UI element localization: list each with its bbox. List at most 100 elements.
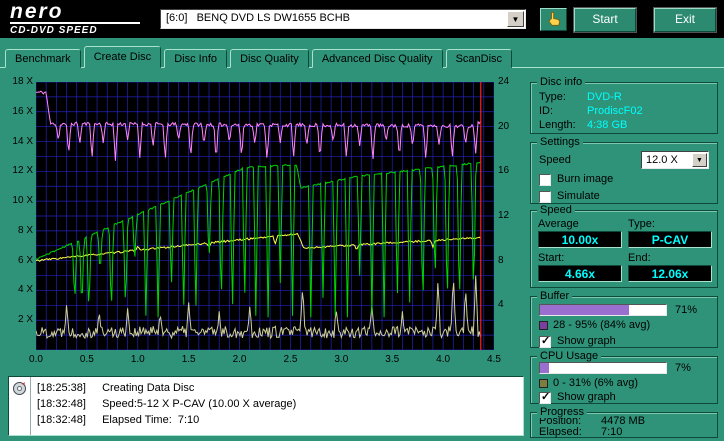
cpu-range-row: 0 - 31% (6% avg) <box>531 374 717 389</box>
chevron-down-icon[interactable]: ▼ <box>692 153 707 167</box>
write-speed-line <box>36 161 481 318</box>
log-timestamp: [18:32:48] <box>37 398 86 410</box>
xtick-label: 4.0 <box>436 354 451 365</box>
xtick-label: 1.5 <box>181 354 196 365</box>
cpu-show-graph-checkbox[interactable] <box>539 391 551 404</box>
average-label: Average <box>538 218 579 230</box>
tab-benchmark[interactable]: Benchmark <box>5 49 81 68</box>
settings-title: Settings <box>537 136 583 148</box>
ytick-label-left: 12 X <box>12 165 33 177</box>
simulate-checkbox[interactable] <box>539 190 551 203</box>
log-message: Creating Data Disc <box>102 382 195 394</box>
cpu-range-text: 0 - 31% (6% avg) <box>553 377 638 389</box>
chart-svg <box>36 82 494 350</box>
disc-length-label: Length: <box>539 119 576 131</box>
xtick-label: 0.5 <box>79 354 94 365</box>
buffer-title: Buffer <box>537 290 573 302</box>
buffer-show-graph-label: Show graph <box>557 335 616 347</box>
disc-id-value: ProdiscF02 <box>587 105 643 117</box>
buffer-range-row: 28 - 95% (84% avg) <box>531 316 717 331</box>
log-row: [18:32:48] Speed:5-12 X P-CAV (10.00 X a… <box>37 396 296 412</box>
chart-panel: 18 X 16 X 14 X 12 X 10 X 8 X 6 X 4 X 2 X 24 20 16 1… <box>8 72 524 370</box>
elapsed-label: Elapsed: <box>539 426 582 438</box>
log-panel[interactable]: [18:25:38] Creating Data Disc [18:32:48]… <box>8 376 524 436</box>
progress-title: Progress <box>537 406 588 418</box>
buffer-group: Buffer 71% 28 - 95% (84% avg) Show graph <box>530 290 718 348</box>
disc-length-value: 4:38 GB <box>587 119 628 131</box>
burn-image-checkbox[interactable] <box>539 173 551 186</box>
logo-subtitle: CD-DVD SPEED <box>10 25 98 36</box>
end-value: 12.06x <box>628 265 712 282</box>
ytick-label-left: 2 X <box>17 314 33 326</box>
speed-grid: Average Type: 10.00x P-CAV Start: End: 4… <box>531 211 717 286</box>
cpu-title: CPU Usage <box>537 350 602 362</box>
cpu-progress-fill <box>540 363 549 373</box>
ytick-label-right: 12 <box>498 210 510 221</box>
eject-hand-button[interactable] <box>540 8 567 31</box>
disc-info-rows: Type: DVD-R ID: ProdiscF02 Length: 4:38 … <box>531 83 717 132</box>
speed-select[interactable]: 12.0 X ▼ <box>641 151 709 169</box>
ytick-label-left: 14 X <box>12 135 33 147</box>
log-timestamp: [18:32:48] <box>37 414 86 426</box>
xtick-label: 1.0 <box>130 354 145 365</box>
ytick-label-left: 4 X <box>17 284 33 296</box>
ytick-label-left: 10 X <box>12 195 33 207</box>
xtick-label: 3.5 <box>385 354 400 365</box>
buffer-show-graph-checkbox[interactable] <box>539 335 551 348</box>
tab-disc-info[interactable]: Disc Info <box>164 49 228 68</box>
chevron-down-icon[interactable]: ▼ <box>507 11 524 27</box>
xtick-label: 0.0 <box>29 354 43 365</box>
xtick-label: 3.0 <box>334 354 349 365</box>
tab-advanced-disc-quality[interactable]: Advanced Disc Quality <box>311 49 443 68</box>
ytick-label-left: 18 X <box>12 76 33 87</box>
settings-group: Settings Speed 12.0 X ▼ Burn image Simul… <box>530 136 718 204</box>
buffer-show-graph-row: Show graph <box>531 331 717 348</box>
xtick-label: 2.0 <box>232 354 247 365</box>
elapsed-value: 7:10 <box>601 426 623 438</box>
disc-info-row-length: Length: 4:38 GB <box>539 118 717 132</box>
cpu-usage-line <box>36 275 482 340</box>
buffer-progress-fill <box>540 305 630 315</box>
start-value: 4.66x <box>538 265 622 282</box>
disc-info-row-type: Type: DVD-R <box>539 90 717 104</box>
buffer-range-text: 28 - 95% (84% avg) <box>553 319 651 331</box>
disc-type-label: Type: <box>539 91 566 103</box>
tab-bar: Benchmark Create Disc Disc Info Disc Qua… <box>5 46 513 68</box>
speed-group-title: Speed <box>537 204 575 216</box>
buffer-color-swatch <box>539 320 548 330</box>
average-value: 10.00x <box>538 231 622 248</box>
log-row: [18:25:38] Creating Data Disc <box>37 380 296 396</box>
cpu-show-graph-label: Show graph <box>557 391 616 403</box>
exit-button[interactable]: Exit <box>654 8 716 32</box>
cpu-color-swatch <box>539 378 548 388</box>
buffer-level-line <box>36 90 482 161</box>
cpu-usage-group: CPU Usage 7% 0 - 31% (6% avg) Show graph <box>530 350 718 404</box>
buffer-percent: 71% <box>675 304 698 316</box>
app-logo: nero CD-DVD SPEED <box>10 1 140 36</box>
drive-select[interactable]: [6:0] BENQ DVD LS DW1655 BCHB ▼ <box>160 9 526 29</box>
cpu-percent: 7% <box>675 362 691 374</box>
chart-plot <box>36 82 494 350</box>
speed-group: Speed Average Type: 10.00x P-CAV Start: … <box>530 204 718 288</box>
log-gutter <box>9 377 31 435</box>
disc-info-group: Disc info Type: DVD-R ID: ProdiscF02 Len… <box>530 76 718 134</box>
speed-setting-label: Speed <box>539 154 571 166</box>
tab-scandisc[interactable]: ScanDisc <box>445 49 513 68</box>
disc-log-icon <box>13 382 26 395</box>
ytick-label-right: 20 <box>498 120 510 132</box>
tab-disc-quality[interactable]: Disc Quality <box>230 49 309 68</box>
log-row: [18:32:48] Elapsed Time: 7:10 <box>37 412 296 428</box>
hand-icon <box>547 12 560 26</box>
start-button[interactable]: Start <box>574 8 636 32</box>
start-label: Start: <box>538 252 565 264</box>
xtick-label: 4.5 <box>487 354 501 365</box>
simulate-label: Simulate <box>557 190 600 202</box>
log-message: Speed:5-12 X P-CAV (10.00 X average) <box>102 398 297 410</box>
disc-type-value: DVD-R <box>587 91 622 103</box>
tab-create-disc[interactable]: Create Disc <box>83 46 162 68</box>
progress-group: Progress Position: 4478 MB Elapsed: 7:10 <box>530 406 718 438</box>
ytick-label-right: 24 <box>498 76 510 87</box>
ytick-label-left: 8 X <box>17 224 33 236</box>
simulate-row: Simulate <box>531 186 717 203</box>
ytick-label-right: 4 <box>498 299 504 311</box>
